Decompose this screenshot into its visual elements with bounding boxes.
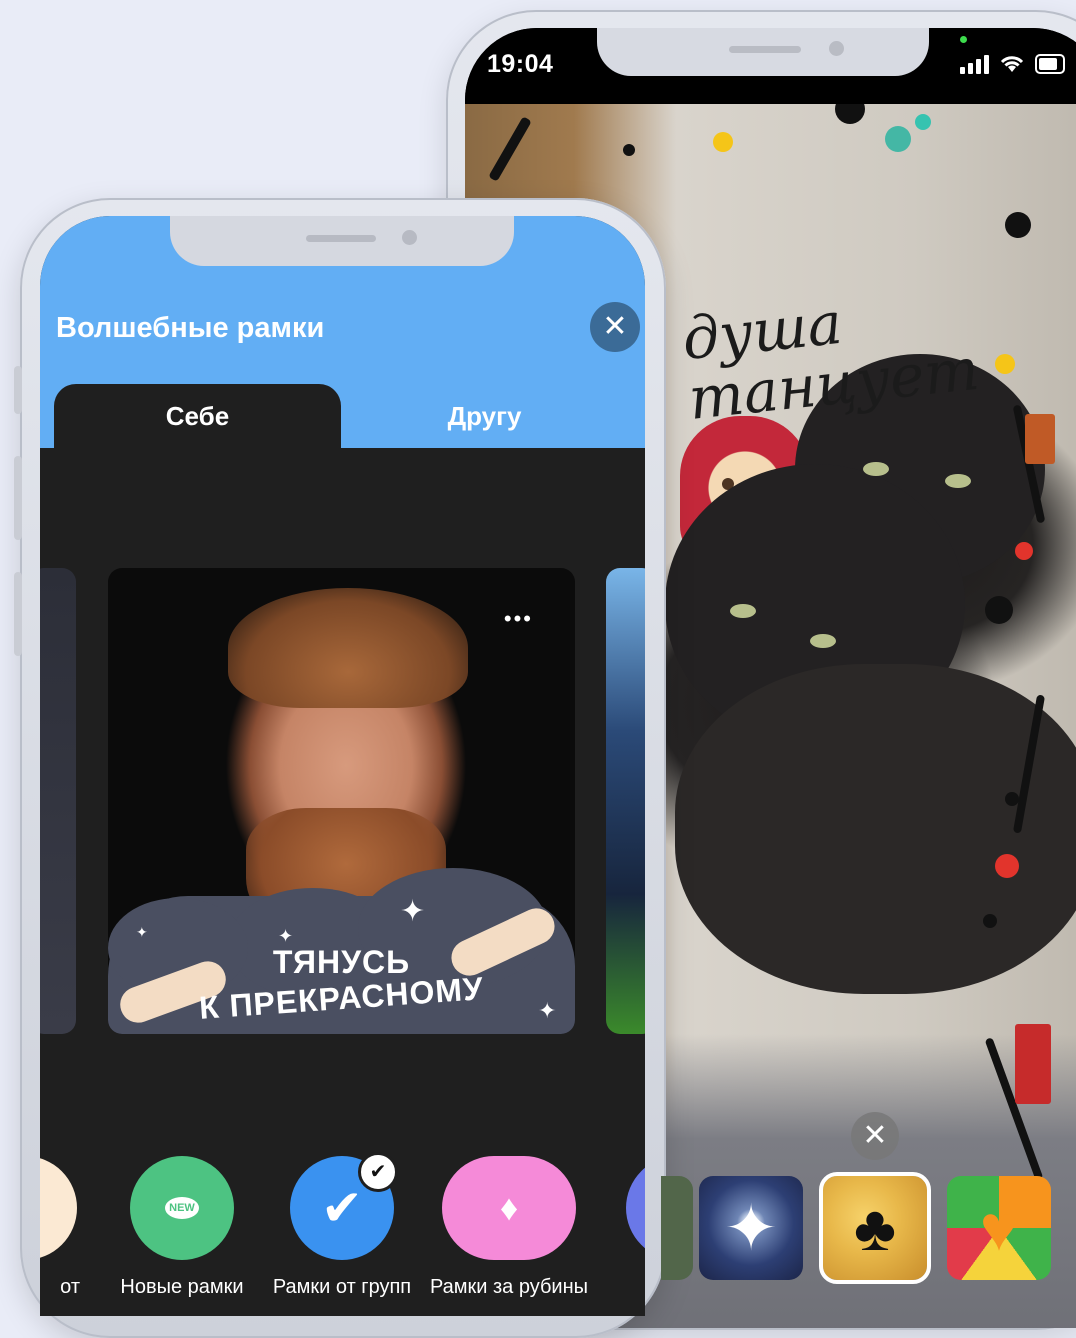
decor-dot — [1015, 542, 1033, 560]
battery-icon — [1035, 54, 1065, 74]
decor-dot — [915, 114, 931, 130]
side-button — [14, 572, 22, 656]
status-time: 19:04 — [487, 50, 554, 78]
decor-dot — [983, 914, 997, 928]
status-icons — [960, 54, 1065, 74]
frame-script-text: душа танцует — [679, 288, 983, 433]
decor-dot — [995, 354, 1015, 374]
diamond-icon: ♦ — [442, 1156, 576, 1260]
category-next-partial[interactable] — [626, 1156, 645, 1260]
frame-thumb-hearts[interactable]: ♥ — [947, 1176, 1051, 1280]
camera-indicator-dot — [960, 36, 967, 43]
category-label: от — [60, 1276, 80, 1298]
tab-friend[interactable]: Другу — [341, 384, 628, 448]
notch — [597, 28, 929, 76]
new-badge: NEW — [165, 1197, 199, 1219]
partial-icon — [40, 1156, 77, 1260]
decor-dot — [713, 132, 733, 152]
cat-eye — [730, 604, 756, 618]
side-button — [14, 456, 22, 540]
more-options-icon[interactable]: ••• — [504, 606, 533, 632]
decor-dot — [985, 596, 1013, 624]
cat-eye — [810, 634, 836, 648]
category-label: Новые рамки — [120, 1276, 244, 1298]
frame-card-prev[interactable] — [40, 568, 76, 1034]
check-icon: ✔ ✔ — [290, 1152, 398, 1260]
frame-thumb-sparkle[interactable]: ✦ — [699, 1176, 803, 1280]
page-title: Волшебные рамки — [56, 312, 325, 344]
category-group-frames[interactable]: ✔ ✔ Рамки от групп — [268, 1152, 416, 1299]
star-icon: ✦ — [136, 924, 148, 940]
new-badge-icon: NEW — [130, 1156, 234, 1260]
category-ruby-frames[interactable]: ♦ Рамки за рубины — [424, 1156, 594, 1299]
portrait-hair — [228, 588, 468, 708]
decor-dot — [885, 126, 911, 152]
signal-icon — [960, 55, 989, 74]
magic-frames-screen: Волшебные рамки ✕ Себе Другу ••• ✦ ✦ ✦ ✦… — [40, 216, 645, 1316]
decor-dot — [995, 854, 1019, 878]
decor-dot — [623, 144, 635, 156]
star-icon: ✦ — [400, 895, 426, 928]
notch — [170, 216, 514, 266]
frame-thumb-partial[interactable] — [661, 1176, 693, 1280]
close-button[interactable]: ✕ — [590, 302, 640, 352]
dancer-decor — [1025, 414, 1055, 464]
side-button — [14, 366, 22, 414]
dancer-decor — [1015, 1024, 1051, 1104]
category-label: Рамки за рубины — [429, 1276, 589, 1298]
decor-dot — [1005, 212, 1031, 238]
partial-icon — [626, 1156, 645, 1260]
tab-self[interactable]: Себе — [54, 384, 341, 448]
heart-icon: ♥ — [980, 1192, 1018, 1264]
category-partial[interactable]: от — [40, 1156, 80, 1299]
cat-eye — [863, 462, 889, 476]
category-new-frames[interactable]: NEW Новые рамки — [112, 1156, 252, 1299]
wifi-icon — [1000, 56, 1024, 72]
cat-eye — [945, 474, 971, 488]
category-label: Рамки от групп — [272, 1276, 412, 1298]
dancer-decor — [488, 116, 532, 182]
frame-thumb-dancer[interactable]: ♣ — [819, 1172, 931, 1284]
close-frame-button[interactable]: ✕ — [851, 1112, 899, 1160]
selected-check-icon: ✔ — [358, 1152, 398, 1192]
frame-card-selected[interactable]: ••• ✦ ✦ ✦ ✦ ТЯНУСЬ К ПРЕКРАСНОМУ — [108, 568, 575, 1034]
dancer-icon: ♣ — [854, 1192, 896, 1264]
sparkle-icon: ✦ — [724, 1191, 778, 1264]
frame-card-next[interactable] — [606, 568, 645, 1034]
